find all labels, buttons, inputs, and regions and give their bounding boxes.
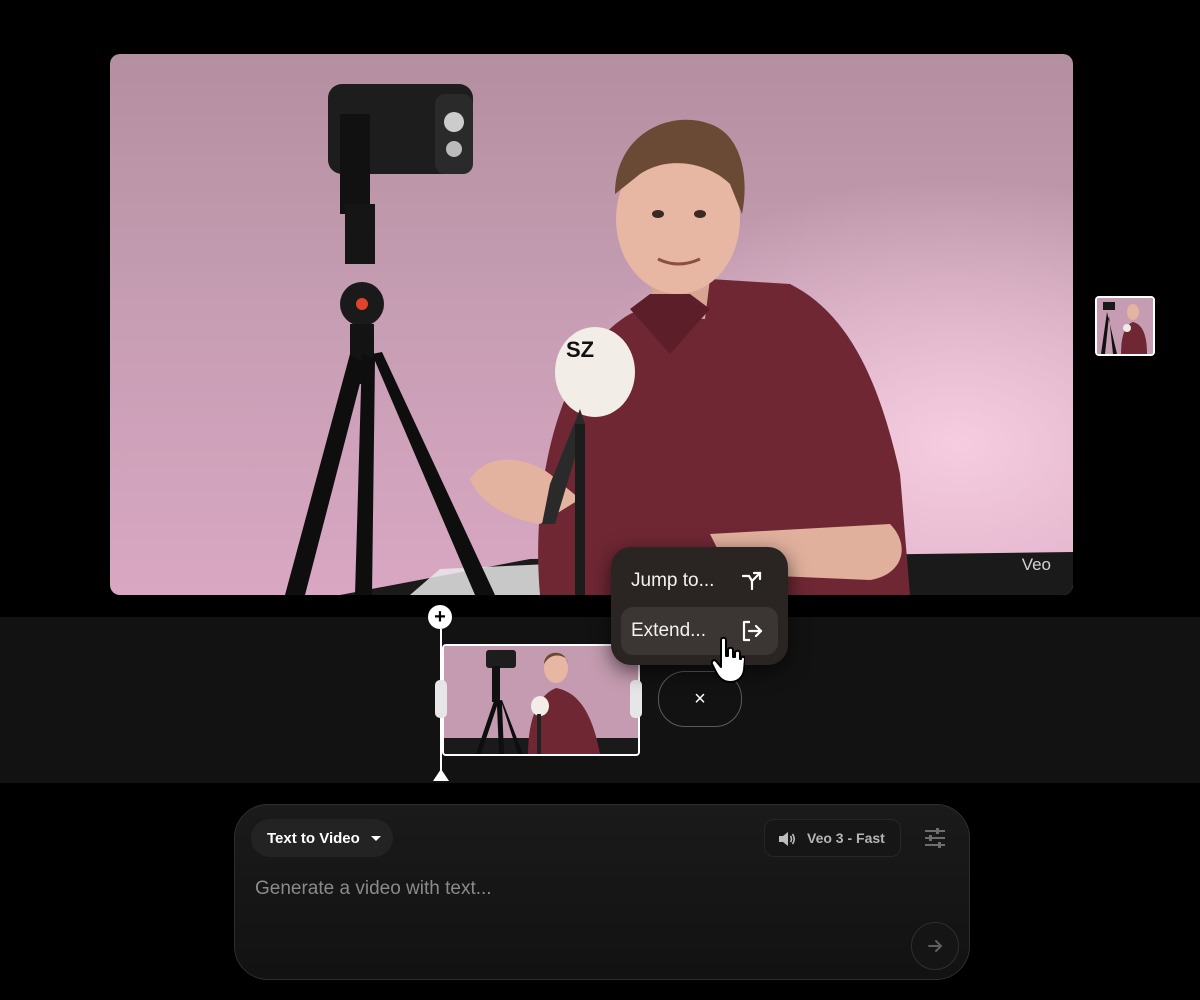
jump-arrow-icon: [741, 571, 762, 591]
clip-thumbnail-scene: [444, 646, 638, 754]
model-label: Veo 3 - Fast: [807, 830, 885, 846]
side-clip-thumbnail[interactable]: [1095, 296, 1155, 356]
clip-context-menu: Jump to... Extend...: [611, 547, 788, 665]
chevron-down-icon: [371, 836, 381, 841]
mic-logo-text: SZ: [566, 337, 594, 362]
send-button[interactable]: [911, 922, 959, 970]
mode-label: Text to Video: [267, 829, 360, 847]
clip-trim-handle-left[interactable]: [435, 680, 447, 718]
timeline-clip[interactable]: [442, 644, 640, 756]
model-selector[interactable]: Veo 3 - Fast: [764, 819, 901, 857]
speaker-icon: [779, 832, 796, 846]
menu-item-label: Extend...: [631, 620, 706, 641]
menu-item-extend[interactable]: Extend...: [621, 607, 778, 655]
video-frame-scene: SZ: [285, 84, 1073, 595]
thumbnail-scene: [1097, 298, 1153, 354]
video-preview[interactable]: SZ Veo: [110, 54, 1073, 595]
hand-cursor-icon: [711, 636, 745, 683]
arrow-right-icon: [928, 940, 942, 952]
settings-sliders-icon[interactable]: [923, 827, 947, 849]
menu-item-jump-to[interactable]: Jump to...: [621, 557, 778, 605]
clip-trim-handle-right[interactable]: [630, 680, 642, 718]
add-clip-button[interactable]: +: [428, 605, 452, 629]
playhead-marker[interactable]: [433, 769, 449, 781]
prompt-panel: Text to Video Veo 3 - Fast: [234, 804, 970, 980]
menu-item-label: Jump to...: [631, 570, 715, 591]
mode-dropdown[interactable]: Text to Video: [251, 819, 393, 857]
veo-watermark: Veo: [1021, 555, 1051, 574]
prompt-input[interactable]: [253, 873, 857, 905]
